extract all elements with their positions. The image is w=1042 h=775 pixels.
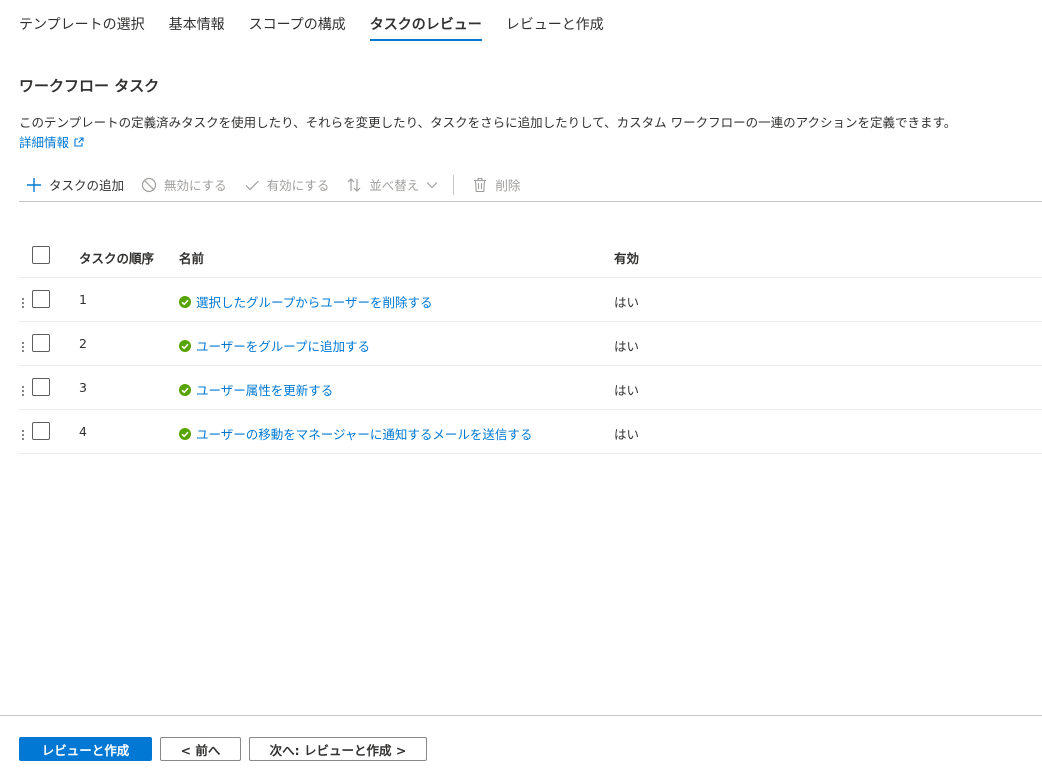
row-enabled: はい xyxy=(614,295,640,310)
table-header: タスクの順序 名前 有効 xyxy=(19,234,1042,278)
delete-label: 削除 xyxy=(495,178,521,193)
sort-label: 並べ替え xyxy=(369,178,420,193)
add-task-label: タスクの追加 xyxy=(49,178,125,193)
toolbar-divider xyxy=(453,174,455,195)
row-name-cell: 選択したグループからユーザーを削除する xyxy=(179,292,433,311)
task-table: タスクの順序 名前 有効 1 選択したグループからユーザーを削除する はい 2 … xyxy=(19,234,1042,454)
checkmark-icon xyxy=(242,175,262,195)
task-name-link[interactable]: ユーザーをグループに追加する xyxy=(196,336,370,355)
next-button[interactable]: 次へ: レビューと作成 > xyxy=(249,737,427,761)
row-checkbox[interactable] xyxy=(32,334,50,352)
tab-template-select[interactable]: テンプレートの選択 xyxy=(19,0,145,42)
sort-icon xyxy=(344,175,364,195)
drag-handle-icon[interactable] xyxy=(22,298,26,310)
section-title: ワークフロー タスク xyxy=(19,77,160,95)
row-order: 4 xyxy=(79,424,87,439)
disable-button[interactable]: 無効にする xyxy=(139,170,227,200)
learn-more-link[interactable]: 詳細情報 xyxy=(19,132,84,151)
block-icon xyxy=(139,175,159,195)
success-check-icon xyxy=(179,427,191,440)
row-name-cell: ユーザーをグループに追加する xyxy=(179,336,370,355)
row-enabled: はい xyxy=(614,427,640,442)
header-enabled[interactable]: 有効 xyxy=(614,248,639,267)
drag-handle-icon[interactable] xyxy=(22,386,26,398)
tab-basics[interactable]: 基本情報 xyxy=(169,0,225,42)
select-all-checkbox[interactable] xyxy=(32,246,50,264)
row-name-cell: ユーザー属性を更新する xyxy=(179,380,333,399)
sort-button[interactable]: 並べ替え xyxy=(344,170,438,200)
command-bar: タスクの追加 無効にする 有効にする 並べ替え 削除 xyxy=(19,168,1042,202)
previous-button[interactable]: < 前へ xyxy=(160,737,241,761)
row-checkbox[interactable] xyxy=(32,378,50,396)
row-checkbox[interactable] xyxy=(32,422,50,440)
table-row: 2 ユーザーをグループに追加する はい xyxy=(19,322,1042,366)
success-check-icon xyxy=(179,383,191,396)
trash-icon xyxy=(470,175,490,195)
wizard-footer: レビューと作成 < 前へ 次へ: レビューと作成 > xyxy=(0,715,1042,775)
enable-label: 有効にする xyxy=(266,178,330,193)
success-check-icon xyxy=(179,339,191,352)
section-description: このテンプレートの定義済みタスクを使用したり、それらを変更したり、タスクをさらに… xyxy=(19,115,957,130)
drag-handle-icon[interactable] xyxy=(22,342,26,354)
delete-button[interactable]: 削除 xyxy=(470,170,520,200)
enable-button[interactable]: 有効にする xyxy=(242,170,330,200)
learn-more-label: 詳細情報 xyxy=(19,135,70,150)
row-enabled: はい xyxy=(614,339,640,354)
task-name-link[interactable]: 選択したグループからユーザーを削除する xyxy=(196,292,433,311)
wizard-tabs: テンプレートの選択 基本情報 スコープの構成 タスクのレビュー レビューと作成 xyxy=(19,0,628,42)
row-order: 1 xyxy=(79,292,87,307)
table-row: 3 ユーザー属性を更新する はい xyxy=(19,366,1042,410)
row-order: 2 xyxy=(79,336,87,351)
task-name-link[interactable]: ユーザーの移動をマネージャーに通知するメールを送信する xyxy=(196,424,532,443)
row-enabled: はい xyxy=(614,383,640,398)
header-name[interactable]: 名前 xyxy=(179,248,204,267)
plus-icon xyxy=(24,175,44,195)
row-name-cell: ユーザーの移動をマネージャーに通知するメールを送信する xyxy=(179,424,532,443)
success-check-icon xyxy=(179,295,191,308)
disable-label: 無効にする xyxy=(164,178,227,193)
table-row: 4 ユーザーの移動をマネージャーに通知するメールを送信する はい xyxy=(19,410,1042,454)
row-checkbox[interactable] xyxy=(32,290,50,308)
task-name-link[interactable]: ユーザー属性を更新する xyxy=(196,380,333,399)
external-link-icon xyxy=(74,136,84,147)
header-order[interactable]: タスクの順序 xyxy=(79,248,154,267)
tab-review-tasks[interactable]: タスクのレビュー xyxy=(369,0,482,42)
table-row: 1 選択したグループからユーザーを削除する はい xyxy=(19,278,1042,322)
row-order: 3 xyxy=(79,380,87,395)
add-task-button[interactable]: タスクの追加 xyxy=(19,170,124,200)
tab-review-create[interactable]: レビューと作成 xyxy=(506,0,604,42)
tab-configure-scope[interactable]: スコープの構成 xyxy=(249,0,346,42)
review-create-button[interactable]: レビューと作成 xyxy=(19,737,152,761)
chevron-down-icon xyxy=(426,181,438,189)
drag-handle-icon[interactable] xyxy=(22,430,26,442)
